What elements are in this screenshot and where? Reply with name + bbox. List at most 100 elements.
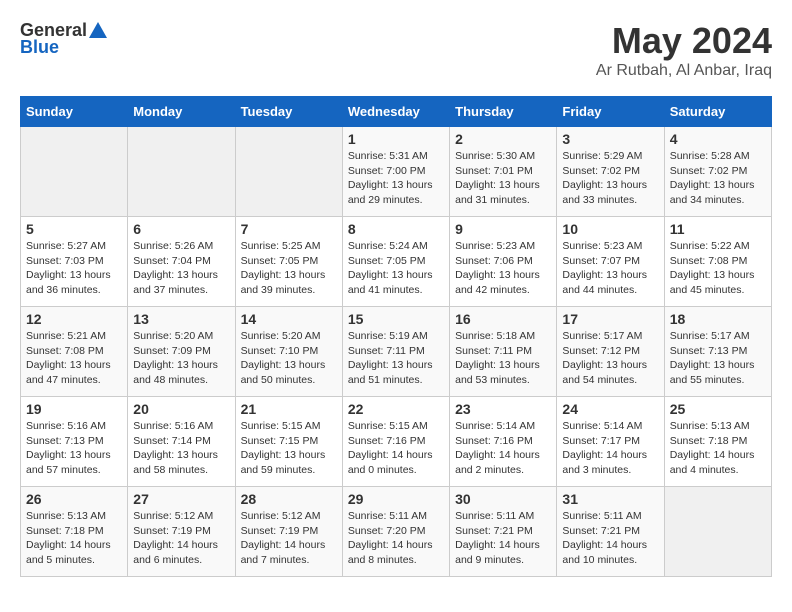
calendar-header: SundayMondayTuesdayWednesdayThursdayFrid… bbox=[21, 97, 772, 127]
day-info: Sunrise: 5:15 AM Sunset: 7:16 PM Dayligh… bbox=[348, 419, 444, 478]
day-info: Sunrise: 5:24 AM Sunset: 7:05 PM Dayligh… bbox=[348, 239, 444, 298]
calendar-body: 1 Sunrise: 5:31 AM Sunset: 7:00 PM Daylig… bbox=[21, 127, 772, 577]
calendar-cell: 3 Sunrise: 5:29 AM Sunset: 7:02 PM Daylig… bbox=[557, 127, 664, 217]
calendar-cell bbox=[664, 487, 771, 577]
calendar-cell: 16Sunrise: 5:18 AM Sunset: 7:11 PM Dayli… bbox=[450, 307, 557, 397]
day-number: 3 bbox=[562, 131, 658, 147]
day-info: Sunrise: 5:20 AM Sunset: 7:09 PM Dayligh… bbox=[133, 329, 229, 388]
day-info: Sunrise: 5:13 AM Sunset: 7:18 PM Dayligh… bbox=[670, 419, 766, 478]
day-info: Sunrise: 5:21 AM Sunset: 7:08 PM Dayligh… bbox=[26, 329, 122, 388]
day-number: 2 bbox=[455, 131, 551, 147]
day-info: Sunrise: 5:15 AM Sunset: 7:15 PM Dayligh… bbox=[241, 419, 337, 478]
day-info: Sunrise: 5:11 AM Sunset: 7:21 PM Dayligh… bbox=[455, 509, 551, 568]
logo-triangle-icon bbox=[89, 22, 107, 38]
calendar-cell: 4 Sunrise: 5:28 AM Sunset: 7:02 PM Daylig… bbox=[664, 127, 771, 217]
day-number: 31 bbox=[562, 491, 658, 507]
calendar-cell: 17 Sunrise: 5:17 AM Sunset: 7:12 PM Dayli… bbox=[557, 307, 664, 397]
day-number: 15 bbox=[348, 311, 444, 327]
day-info: Sunrise: 5:23 AM Sunset: 7:06 PM Dayligh… bbox=[455, 239, 551, 298]
calendar-cell: 12 Sunrise: 5:21 AM Sunset: 7:08 PM Dayli… bbox=[21, 307, 128, 397]
calendar-cell: 5 Sunrise: 5:27 AM Sunset: 7:03 PM Daylig… bbox=[21, 217, 128, 307]
calendar-cell: 1 Sunrise: 5:31 AM Sunset: 7:00 PM Daylig… bbox=[342, 127, 449, 217]
calendar-cell: 20 Sunrise: 5:16 AM Sunset: 7:14 PM Dayli… bbox=[128, 397, 235, 487]
day-number: 5 bbox=[26, 221, 122, 237]
calendar-cell: 7Sunrise: 5:25 AM Sunset: 7:05 PM Daylig… bbox=[235, 217, 342, 307]
day-info: Sunrise: 5:17 AM Sunset: 7:12 PM Dayligh… bbox=[562, 329, 658, 388]
calendar-cell: 19Sunrise: 5:16 AM Sunset: 7:13 PM Dayli… bbox=[21, 397, 128, 487]
day-info: Sunrise: 5:23 AM Sunset: 7:07 PM Dayligh… bbox=[562, 239, 658, 298]
header-row: SundayMondayTuesdayWednesdayThursdayFrid… bbox=[21, 97, 772, 127]
day-number: 12 bbox=[26, 311, 122, 327]
day-info: Sunrise: 5:27 AM Sunset: 7:03 PM Dayligh… bbox=[26, 239, 122, 298]
day-info: Sunrise: 5:11 AM Sunset: 7:21 PM Dayligh… bbox=[562, 509, 658, 568]
day-number: 4 bbox=[670, 131, 766, 147]
calendar-cell: 31 Sunrise: 5:11 AM Sunset: 7:21 PM Dayli… bbox=[557, 487, 664, 577]
calendar-location: Ar Rutbah, Al Anbar, Iraq bbox=[596, 62, 772, 80]
calendar-week-4: 19Sunrise: 5:16 AM Sunset: 7:13 PM Dayli… bbox=[21, 397, 772, 487]
day-info: Sunrise: 5:12 AM Sunset: 7:19 PM Dayligh… bbox=[241, 509, 337, 568]
day-number: 8 bbox=[348, 221, 444, 237]
day-number: 6 bbox=[133, 221, 229, 237]
day-info: Sunrise: 5:11 AM Sunset: 7:20 PM Dayligh… bbox=[348, 509, 444, 568]
day-info: Sunrise: 5:30 AM Sunset: 7:01 PM Dayligh… bbox=[455, 149, 551, 208]
calendar-cell bbox=[128, 127, 235, 217]
calendar-cell bbox=[235, 127, 342, 217]
day-number: 22 bbox=[348, 401, 444, 417]
day-header-tuesday: Tuesday bbox=[235, 97, 342, 127]
day-info: Sunrise: 5:14 AM Sunset: 7:16 PM Dayligh… bbox=[455, 419, 551, 478]
day-number: 27 bbox=[133, 491, 229, 507]
calendar-cell: 29 Sunrise: 5:11 AM Sunset: 7:20 PM Dayli… bbox=[342, 487, 449, 577]
day-number: 17 bbox=[562, 311, 658, 327]
calendar-cell: 24Sunrise: 5:14 AM Sunset: 7:17 PM Dayli… bbox=[557, 397, 664, 487]
day-number: 28 bbox=[241, 491, 337, 507]
day-header-thursday: Thursday bbox=[450, 97, 557, 127]
day-header-friday: Friday bbox=[557, 97, 664, 127]
day-info: Sunrise: 5:18 AM Sunset: 7:11 PM Dayligh… bbox=[455, 329, 551, 388]
calendar-title: May 2024 bbox=[596, 20, 772, 62]
calendar-cell: 2 Sunrise: 5:30 AM Sunset: 7:01 PM Daylig… bbox=[450, 127, 557, 217]
day-header-sunday: Sunday bbox=[21, 97, 128, 127]
day-info: Sunrise: 5:31 AM Sunset: 7:00 PM Dayligh… bbox=[348, 149, 444, 208]
day-info: Sunrise: 5:12 AM Sunset: 7:19 PM Dayligh… bbox=[133, 509, 229, 568]
day-info: Sunrise: 5:16 AM Sunset: 7:13 PM Dayligh… bbox=[26, 419, 122, 478]
day-number: 23 bbox=[455, 401, 551, 417]
day-number: 25 bbox=[670, 401, 766, 417]
day-info: Sunrise: 5:16 AM Sunset: 7:14 PM Dayligh… bbox=[133, 419, 229, 478]
day-number: 30 bbox=[455, 491, 551, 507]
calendar-table: SundayMondayTuesdayWednesdayThursdayFrid… bbox=[20, 96, 772, 577]
logo: General Blue bbox=[20, 20, 107, 58]
day-number: 20 bbox=[133, 401, 229, 417]
day-number: 29 bbox=[348, 491, 444, 507]
day-header-monday: Monday bbox=[128, 97, 235, 127]
calendar-cell: 26Sunrise: 5:13 AM Sunset: 7:18 PM Dayli… bbox=[21, 487, 128, 577]
calendar-cell: 30 Sunrise: 5:11 AM Sunset: 7:21 PM Dayli… bbox=[450, 487, 557, 577]
day-number: 9 bbox=[455, 221, 551, 237]
calendar-cell: 9 Sunrise: 5:23 AM Sunset: 7:06 PM Daylig… bbox=[450, 217, 557, 307]
calendar-cell: 23 Sunrise: 5:14 AM Sunset: 7:16 PM Dayli… bbox=[450, 397, 557, 487]
day-info: Sunrise: 5:29 AM Sunset: 7:02 PM Dayligh… bbox=[562, 149, 658, 208]
day-info: Sunrise: 5:20 AM Sunset: 7:10 PM Dayligh… bbox=[241, 329, 337, 388]
calendar-cell: 21 Sunrise: 5:15 AM Sunset: 7:15 PM Dayli… bbox=[235, 397, 342, 487]
day-info: Sunrise: 5:26 AM Sunset: 7:04 PM Dayligh… bbox=[133, 239, 229, 298]
day-info: Sunrise: 5:13 AM Sunset: 7:18 PM Dayligh… bbox=[26, 509, 122, 568]
calendar-cell: 13 Sunrise: 5:20 AM Sunset: 7:09 PM Dayli… bbox=[128, 307, 235, 397]
calendar-week-2: 5 Sunrise: 5:27 AM Sunset: 7:03 PM Daylig… bbox=[21, 217, 772, 307]
day-header-wednesday: Wednesday bbox=[342, 97, 449, 127]
day-number: 10 bbox=[562, 221, 658, 237]
calendar-cell: 10 Sunrise: 5:23 AM Sunset: 7:07 PM Dayli… bbox=[557, 217, 664, 307]
day-info: Sunrise: 5:14 AM Sunset: 7:17 PM Dayligh… bbox=[562, 419, 658, 478]
day-number: 21 bbox=[241, 401, 337, 417]
day-number: 18 bbox=[670, 311, 766, 327]
day-info: Sunrise: 5:17 AM Sunset: 7:13 PM Dayligh… bbox=[670, 329, 766, 388]
day-info: Sunrise: 5:28 AM Sunset: 7:02 PM Dayligh… bbox=[670, 149, 766, 208]
calendar-cell: 18 Sunrise: 5:17 AM Sunset: 7:13 PM Dayli… bbox=[664, 307, 771, 397]
page-header: General Blue May 2024 Ar Rutbah, Al Anba… bbox=[20, 20, 772, 80]
calendar-cell: 28 Sunrise: 5:12 AM Sunset: 7:19 PM Dayli… bbox=[235, 487, 342, 577]
day-info: Sunrise: 5:22 AM Sunset: 7:08 PM Dayligh… bbox=[670, 239, 766, 298]
day-header-saturday: Saturday bbox=[664, 97, 771, 127]
calendar-cell: 25 Sunrise: 5:13 AM Sunset: 7:18 PM Dayli… bbox=[664, 397, 771, 487]
day-number: 13 bbox=[133, 311, 229, 327]
calendar-week-1: 1 Sunrise: 5:31 AM Sunset: 7:00 PM Daylig… bbox=[21, 127, 772, 217]
day-number: 14 bbox=[241, 311, 337, 327]
day-number: 1 bbox=[348, 131, 444, 147]
